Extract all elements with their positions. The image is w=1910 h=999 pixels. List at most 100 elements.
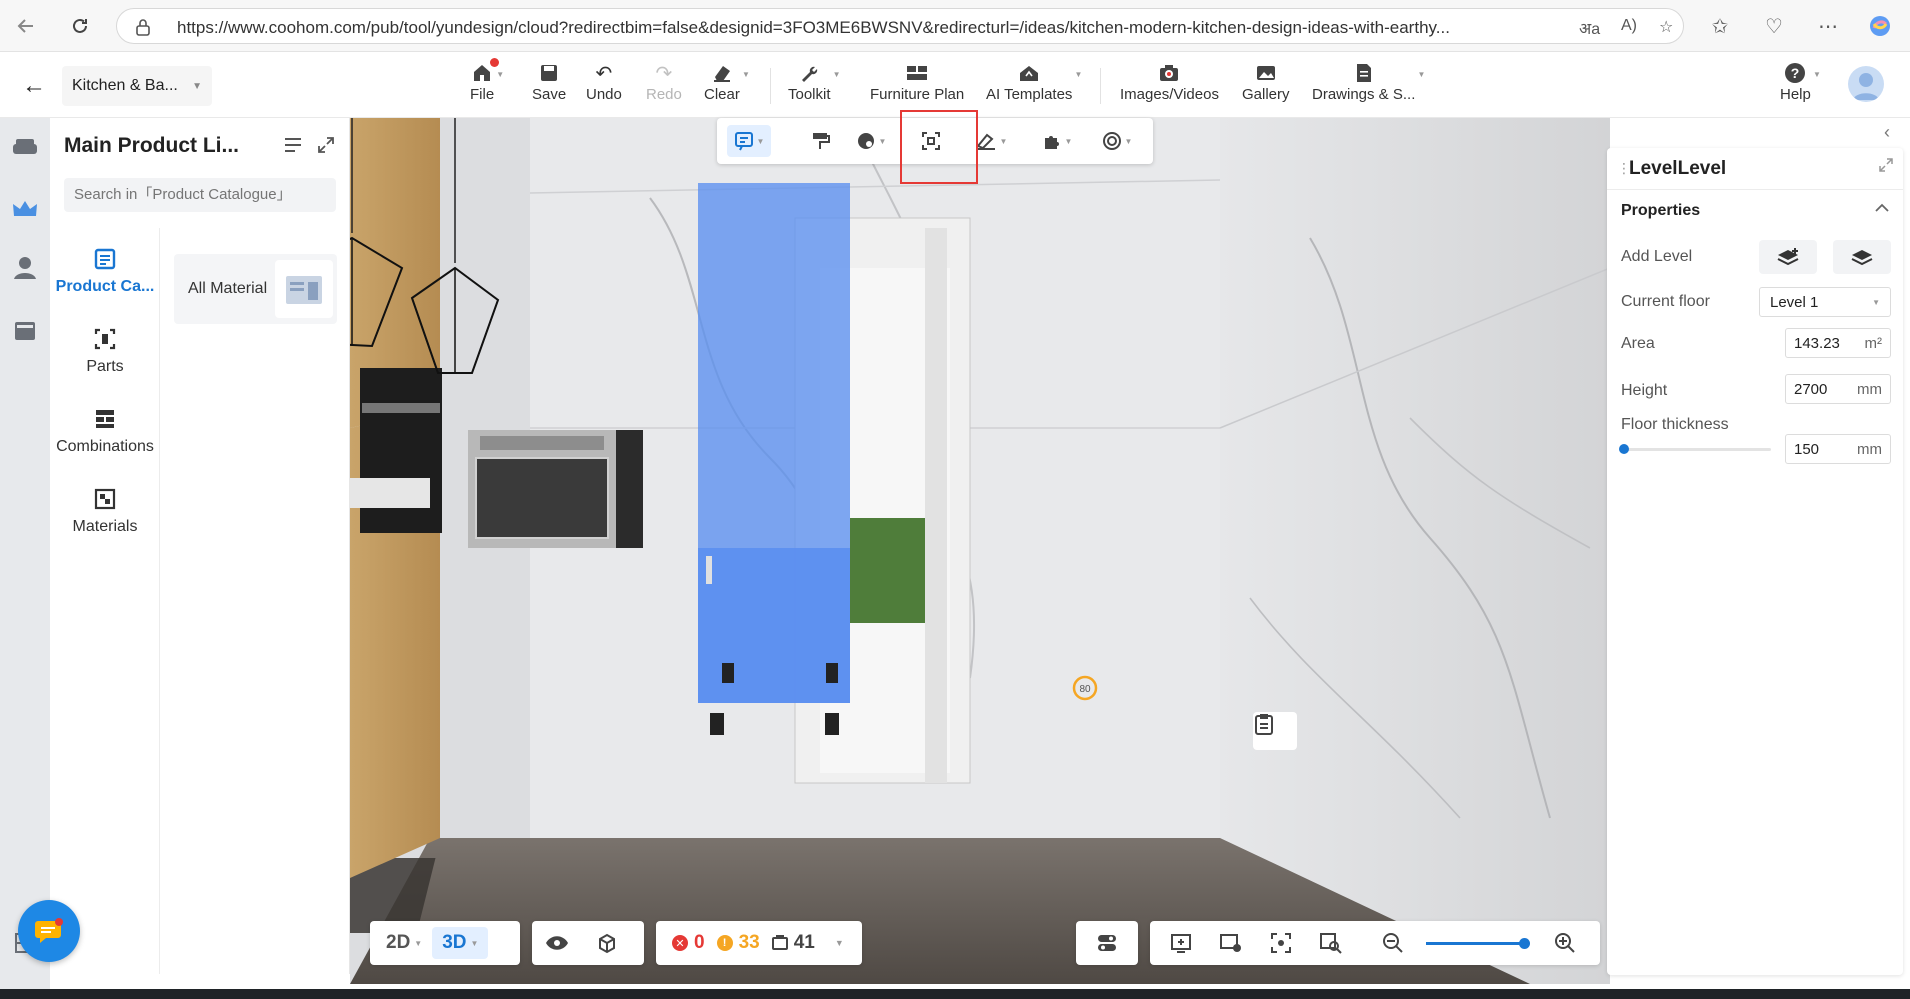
floor-thickness-field[interactable]: 150 mm [1785,434,1891,464]
chevron-down-icon: ▼ [414,938,423,948]
chevron-down-icon: ▼ [999,136,1008,146]
check-status-bar[interactable]: ✕ 0 ! 33 41 ▼ [656,921,862,965]
properties-header: ⋮ LevelLevel [1607,148,1903,190]
zoom-in-icon[interactable] [1540,921,1590,965]
browser-toolbar: https://www.coohom.com/pub/tool/yundesig… [0,0,1910,52]
area-value: 143.23 [1794,334,1840,352]
toolkit-button[interactable]: Toolkit ▼ [788,60,841,112]
expand-icon[interactable] [317,136,335,159]
add-level-below-button[interactable] [1833,240,1891,274]
panel-collapse-icon[interactable]: ‹ [1884,122,1890,143]
browser-essentials-icon[interactable]: ♡ [1760,12,1788,40]
2d-view-button[interactable]: 2D ▼ [376,927,432,959]
chevron-down-icon: ▼ [834,938,844,948]
chevron-up-icon[interactable] [1875,200,1889,218]
parts-icon [93,324,117,354]
furniture-plan-button[interactable]: Furniture Plan [870,60,964,112]
3d-viewport[interactable]: 80 [350,118,1610,984]
crown-icon[interactable] [8,192,42,226]
layer-icon [1851,250,1873,266]
expand-panel-icon[interactable] [1879,158,1893,177]
combinations-icon [93,404,117,434]
browser-refresh-icon[interactable] [66,12,94,40]
error-count: ✕ 0 [672,932,705,954]
user-icon[interactable] [8,250,42,284]
ai-templates-button[interactable]: AI Templates ▼ [986,60,1082,112]
drawings-button[interactable]: Drawings & S... ▼ [1312,60,1425,112]
library-tools [283,136,335,159]
save-button[interactable]: Save [532,60,566,112]
product-library-panel: Main Product Li... Product Ca... Parts [50,118,350,974]
floor-thickness-label: Floor thickness [1621,416,1729,433]
copilot-icon[interactable] [1866,12,1894,40]
help-button[interactable]: ? Help ▼ [1780,60,1821,112]
zoom-slider-thumb[interactable] [1519,937,1530,949]
favorites-icon[interactable]: ✩ [1706,12,1734,40]
cube-icon[interactable] [582,921,632,965]
gallery-button[interactable]: Gallery [1242,60,1290,112]
clear-label: Clear [704,86,740,103]
file-button[interactable]: File ▼ [470,58,504,112]
cabinet-icon[interactable] [8,314,42,348]
paint-roller-button[interactable] [799,125,843,157]
floor-thickness-slider[interactable] [1619,444,1771,454]
view-reset-icon[interactable] [1156,921,1206,965]
translate-icon[interactable]: अa [1579,17,1600,39]
category-product-catalogue[interactable]: Product Ca... [50,230,160,310]
display-controls [532,921,644,965]
toolbar-divider [770,68,771,104]
area-field[interactable]: 143.23 m² [1785,328,1891,358]
user-avatar[interactable] [1848,66,1884,102]
read-aloud-icon[interactable]: A) [1621,17,1637,35]
address-bar[interactable]: https://www.coohom.com/pub/tool/yundesig… [116,8,1684,44]
save-icon [539,60,559,86]
material-brush-button[interactable]: ▼ [849,125,893,157]
all-material-card[interactable]: All Material [174,254,337,324]
zoom-out-icon[interactable] [1368,921,1418,965]
floor-thickness-slider-thumb[interactable] [1619,444,1629,454]
chat-support-button[interactable] [18,900,80,962]
clear-button[interactable]: Clear ▼ [704,60,750,112]
target-view-button[interactable]: ▼ [1095,125,1139,157]
browser-back-icon[interactable] [12,12,40,40]
toggle-panel-button[interactable] [1076,921,1138,965]
redo-button[interactable]: ↷ Redo [646,60,682,112]
redo-icon: ↷ [655,62,673,85]
plugin-button[interactable]: ▼ [1035,125,1079,157]
fit-view-icon[interactable] [1256,921,1306,965]
chevron-down-icon: ▼ [192,80,202,92]
warning-icon: ! [716,935,733,951]
sofa-icon[interactable] [8,130,42,164]
view-mode-switch: 2D ▼ 3D ▼ [370,921,520,965]
view-settings-icon[interactable] [1206,921,1256,965]
clipboard-icon[interactable] [1253,712,1297,750]
category-materials[interactable]: Materials [50,470,160,550]
chevron-down-icon: ▼ [832,70,841,79]
notification-dot [490,58,500,67]
eye-icon[interactable] [532,921,582,965]
current-floor-select[interactable]: Level 1 ▼ [1759,287,1891,317]
3d-view-button[interactable]: 3D ▼ [432,927,489,959]
favorite-star-icon[interactable]: ☆ [1659,17,1673,37]
back-arrow-icon[interactable]: ← [14,70,54,102]
highlight-annotation-box [900,110,978,184]
select-tool-button[interactable]: ▼ [727,125,771,157]
height-field[interactable]: 2700 mm [1785,374,1891,404]
browser-menu-icon[interactable]: ⋯ [1814,12,1842,40]
library-search-input[interactable] [64,178,336,212]
add-level-label: Add Level [1621,248,1693,265]
images-videos-button[interactable]: Images/Videos [1120,60,1219,112]
zoom-selection-icon[interactable] [1306,921,1356,965]
zoom-slider[interactable] [1426,937,1530,949]
add-level-above-button[interactable] [1759,240,1817,274]
undo-button[interactable]: ↶ Undo [586,60,622,112]
category-label: Parts [86,358,124,375]
list-view-icon[interactable] [283,136,303,159]
drawings-label: Drawings & S... [1312,86,1416,103]
category-combinations[interactable]: Combinations [50,390,160,470]
floor-thickness-unit: mm [1857,440,1882,458]
floor-thickness-value: 150 [1794,440,1820,458]
error-icon: ✕ [672,935,688,951]
project-name-dropdown[interactable]: Kitchen & Ba... ▼ [62,66,212,106]
category-parts[interactable]: Parts [50,310,160,390]
